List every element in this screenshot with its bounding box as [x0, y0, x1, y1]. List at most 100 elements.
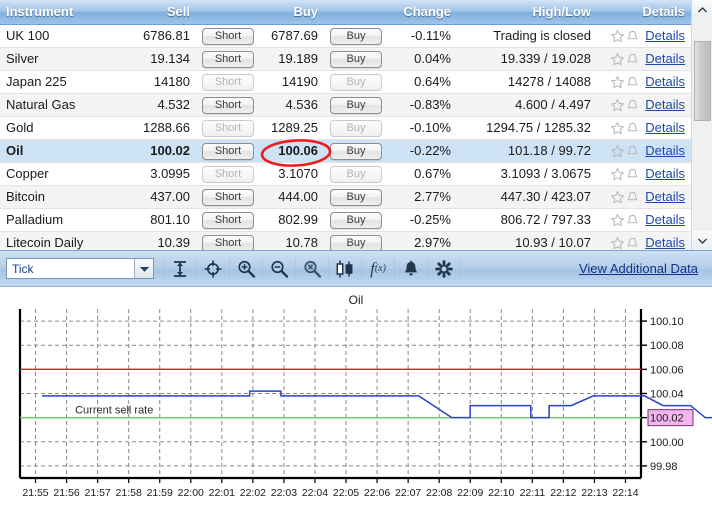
- favorite-star-icon[interactable]: [610, 236, 625, 250]
- table-row[interactable]: Natural Gas 4.532 Short 4.536 Buy -0.83% 4.600…: [0, 93, 691, 117]
- buy-button[interactable]: Buy: [330, 27, 382, 45]
- price-alert-bell-icon[interactable]: [625, 98, 640, 113]
- table-row[interactable]: Oil 100.02 Short 100.06 Buy -0.22% 101.18 / 99…: [0, 139, 691, 163]
- details-link[interactable]: Details: [645, 51, 685, 66]
- buy-button[interactable]: Buy: [330, 211, 382, 229]
- price-alert-bell-icon[interactable]: [625, 144, 640, 159]
- details-link[interactable]: Details: [645, 97, 685, 112]
- fit-vertical-icon[interactable]: [165, 255, 195, 283]
- details-link[interactable]: Details: [645, 120, 685, 135]
- zoom-reset-icon[interactable]: [297, 255, 327, 283]
- scrollbar-thumb[interactable]: [694, 41, 711, 121]
- quotes-vertical-scrollbar[interactable]: [691, 0, 712, 250]
- high-low-value: 10.93 / 10.07: [457, 231, 597, 250]
- scroll-down-button[interactable]: [692, 231, 712, 250]
- price-alert-bell-icon[interactable]: [625, 121, 640, 136]
- short-button[interactable]: Short: [202, 234, 254, 250]
- table-row[interactable]: Gold 1288.66 Short 1289.25 Buy -0.10% 1294.75 …: [0, 116, 691, 140]
- buy-button[interactable]: Buy: [330, 142, 382, 160]
- favorite-star-icon[interactable]: [610, 29, 625, 44]
- change-percent: -0.10%: [382, 116, 457, 140]
- details-link[interactable]: Details: [645, 166, 685, 181]
- favorite-star-icon[interactable]: [610, 167, 625, 182]
- price-alert-bell-icon[interactable]: [625, 52, 640, 67]
- column-header-sell[interactable]: Sell: [128, 0, 196, 25]
- table-row[interactable]: UK 100 6786.81 Short 6787.69 Buy -0.11% Tradin…: [0, 24, 691, 48]
- instrument-name: Japan 225: [0, 70, 128, 94]
- x-axis-tick-label: 21:58: [116, 487, 142, 499]
- y-axis-tick-label: 99.98: [650, 461, 678, 473]
- table-row[interactable]: Copper 3.0995 Short 3.1070 Buy 0.67% 3.1093 / …: [0, 162, 691, 186]
- interval-select-value: Tick: [12, 261, 34, 276]
- crosshair-icon[interactable]: [198, 255, 228, 283]
- buy-price: 802.99: [254, 208, 324, 232]
- favorite-star-icon[interactable]: [610, 75, 625, 90]
- column-header-details: Details: [597, 0, 691, 25]
- price-alert-bell-icon[interactable]: [625, 75, 640, 90]
- buy-button[interactable]: Buy: [330, 234, 382, 250]
- column-header-highlow[interactable]: High/Low: [457, 0, 597, 25]
- short-button[interactable]: Short: [202, 211, 254, 229]
- toolbar-separator: [196, 257, 197, 280]
- column-header-change[interactable]: Change: [382, 0, 457, 25]
- alert-bell-icon[interactable]: [396, 255, 426, 283]
- sell-price: 801.10: [128, 208, 196, 232]
- price-alert-bell-icon[interactable]: [625, 29, 640, 44]
- table-row[interactable]: Litecoin Daily 10.39 Short 10.78 Buy 2.97% 10.…: [0, 231, 691, 250]
- buy-button[interactable]: Buy: [330, 96, 382, 114]
- details-cell: Details: [597, 231, 691, 250]
- short-button[interactable]: Short: [202, 188, 254, 206]
- details-link[interactable]: Details: [645, 143, 685, 158]
- table-row[interactable]: Japan 225 14180 Short 14190 Buy 0.64% 14278 / …: [0, 70, 691, 94]
- favorite-star-icon[interactable]: [610, 213, 625, 228]
- buy-button: Buy: [330, 165, 382, 183]
- table-row[interactable]: Bitcoin 437.00 Short 444.00 Buy 2.77% 447.30 /…: [0, 185, 691, 209]
- short-button-cell: Short: [196, 116, 254, 140]
- table-row[interactable]: Palladium 801.10 Short 802.99 Buy -0.25% 806.7…: [0, 208, 691, 232]
- buy-button[interactable]: Buy: [330, 188, 382, 206]
- details-link[interactable]: Details: [645, 235, 685, 250]
- details-link[interactable]: Details: [645, 74, 685, 89]
- short-button[interactable]: Short: [202, 27, 254, 45]
- price-chart[interactable]: 100.10 100.08 100.06 100.04 100.02 100.00 99.9…: [0, 287, 712, 514]
- details-link[interactable]: Details: [645, 212, 685, 227]
- settings-gear-icon[interactable]: [429, 255, 459, 283]
- favorite-star-icon[interactable]: [610, 121, 625, 136]
- row-action-icons: [610, 51, 640, 67]
- favorite-star-icon[interactable]: [610, 52, 625, 67]
- indicators-icon[interactable]: f (x): [363, 255, 393, 283]
- details-link[interactable]: Details: [645, 28, 685, 43]
- short-button[interactable]: Short: [202, 142, 254, 160]
- interval-select[interactable]: Tick: [6, 258, 154, 279]
- price-alert-bell-icon[interactable]: [625, 236, 640, 250]
- favorite-star-icon[interactable]: [610, 98, 625, 113]
- short-button[interactable]: Short: [202, 96, 254, 114]
- price-alert-bell-icon[interactable]: [625, 190, 640, 205]
- zoom-in-icon[interactable]: [231, 255, 261, 283]
- x-axis-tick-label: 22:01: [209, 487, 235, 499]
- candlestick-icon[interactable]: [330, 255, 360, 283]
- buy-price: 3.1070: [254, 162, 324, 186]
- scrollbar-track[interactable]: [692, 19, 712, 231]
- favorite-star-icon[interactable]: [610, 144, 625, 159]
- table-row[interactable]: Silver 19.134 Short 19.189 Buy 0.04% 19.339 / …: [0, 47, 691, 71]
- short-button-cell: Short: [196, 139, 254, 163]
- short-button-cell: Short: [196, 70, 254, 94]
- price-alert-bell-icon[interactable]: [625, 213, 640, 228]
- buy-price: 1289.25: [254, 116, 324, 140]
- chevron-down-icon[interactable]: [134, 259, 153, 278]
- column-header-instrument[interactable]: Instrument: [0, 0, 128, 25]
- y-axis-tick-label: 100.02: [650, 413, 684, 425]
- buy-button[interactable]: Buy: [330, 50, 382, 68]
- x-axis-tick-label: 21:56: [53, 487, 79, 499]
- price-alert-bell-icon[interactable]: [625, 167, 640, 182]
- short-button-cell: Short: [196, 185, 254, 209]
- column-header-buy[interactable]: Buy: [254, 0, 324, 25]
- short-button[interactable]: Short: [202, 50, 254, 68]
- view-additional-data-link[interactable]: View Additional Data: [579, 261, 698, 276]
- favorite-star-icon[interactable]: [610, 190, 625, 205]
- high-low-value: 14278 / 14088: [457, 70, 597, 94]
- zoom-out-icon[interactable]: [264, 255, 294, 283]
- scroll-up-button[interactable]: [692, 0, 712, 19]
- details-link[interactable]: Details: [645, 189, 685, 204]
